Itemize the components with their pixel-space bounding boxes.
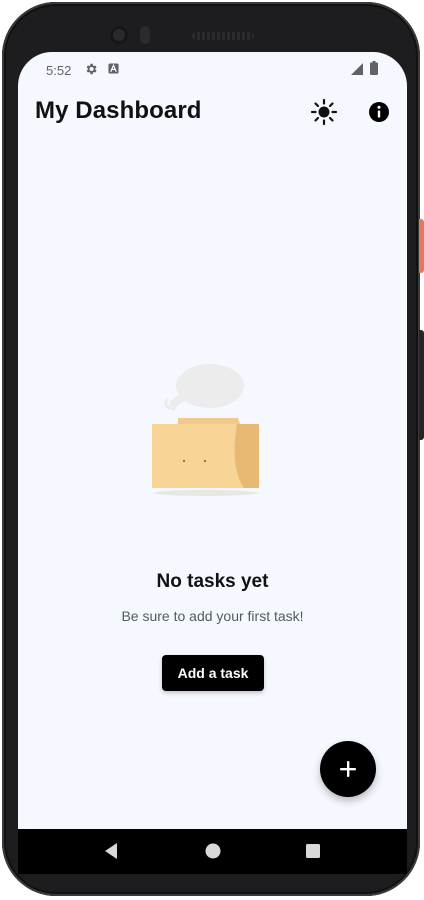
plus-icon [340, 761, 356, 777]
empty-folder-illustration [152, 364, 259, 496]
recents-button[interactable] [303, 841, 323, 861]
status-bar: 5:52 [18, 52, 407, 88]
add-task-button[interactable]: Add a task [162, 655, 264, 691]
recents-icon [306, 844, 320, 858]
status-time: 5:52 [46, 63, 72, 78]
add-task-fab[interactable] [320, 741, 376, 797]
front-camera [110, 26, 128, 44]
info-button[interactable] [363, 96, 395, 128]
phone-frame: 5:52 My Dashboard No tasks yet Be sure t… [2, 2, 420, 896]
info-icon [369, 102, 389, 122]
volume-rocker [419, 330, 424, 440]
empty-state-subtitle: Be sure to add your first task! [121, 608, 304, 624]
theme-toggle-button[interactable] [308, 96, 340, 128]
power-button [419, 219, 424, 273]
back-icon [105, 843, 117, 859]
signal-icon [351, 63, 363, 75]
system-navigation-bar [18, 829, 407, 874]
app-screen: 5:52 My Dashboard No tasks yet Be sure t… [18, 52, 407, 872]
earpiece-speaker [192, 32, 254, 40]
proximity-sensor [140, 26, 150, 44]
home-icon [205, 843, 221, 859]
empty-state-title: No tasks yet [156, 571, 269, 592]
back-button[interactable] [102, 841, 122, 861]
home-button[interactable] [203, 841, 223, 861]
page-title: My Dashboard [35, 97, 202, 124]
gear-icon [86, 63, 97, 75]
sun-icon [310, 98, 338, 126]
a-icon [108, 63, 119, 74]
battery-icon [370, 61, 378, 75]
